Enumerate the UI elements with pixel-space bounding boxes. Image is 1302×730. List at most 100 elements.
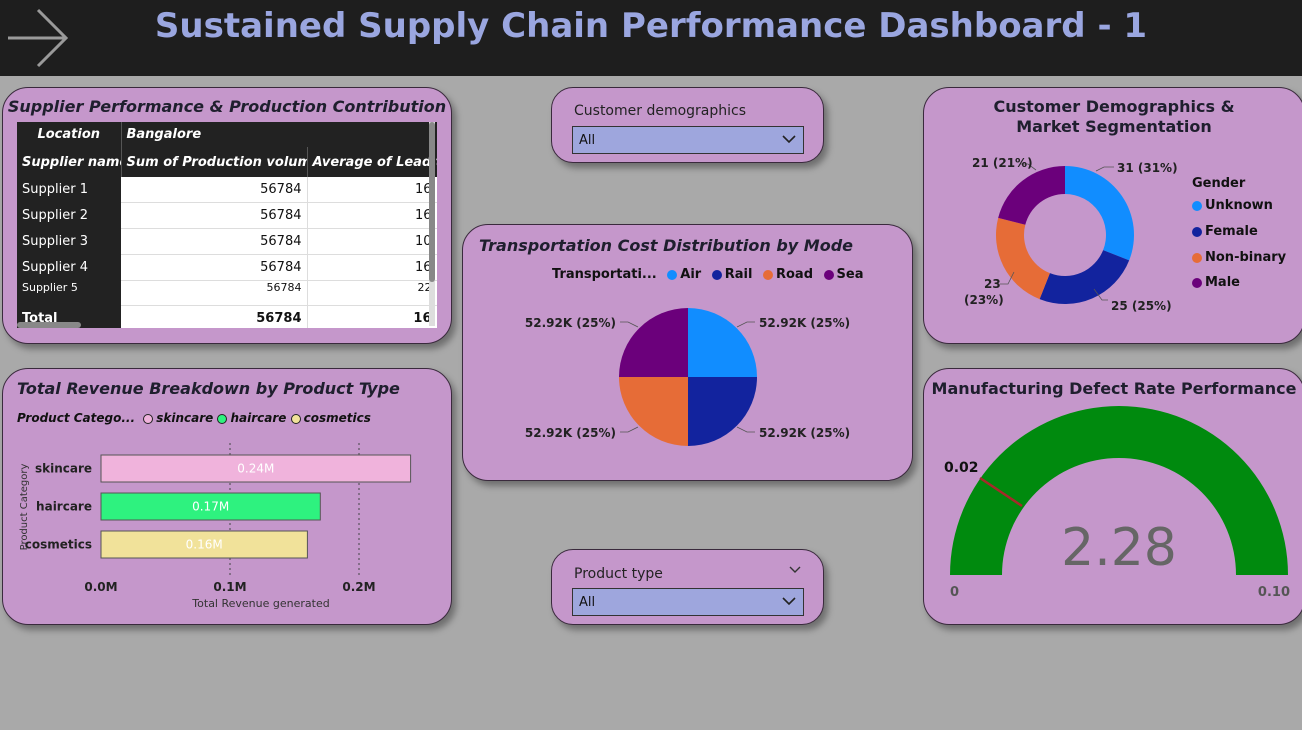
location-value: Bangalore [121,122,437,147]
revenue-legend-item-haircare[interactable]: haircare [217,411,286,425]
legend-label: Unknown [1205,198,1273,213]
table-row[interactable]: Supplier 5 56784 22 [17,280,437,306]
haircare-dot-icon [217,413,228,424]
revenue-legend-item-cosmetics[interactable]: cosmetics [290,411,371,425]
revenue-bar-chart[interactable]: 0.0M 0.1M 0.2M skincare 0.24M haircare 0.17M co… [3,433,451,623]
pie-label-road: 52.92K (25%) [525,426,616,440]
product-type-slicer: Product type All [551,549,824,625]
header-bar: Sustained Supply Chain Performance Dashb… [0,0,1302,76]
pie-legend: Transportati... Air Rail Road Sea [552,267,864,282]
supplier-name-cell: Supplier 2 [17,202,121,229]
donut-label-female: 25 (25%) [1111,299,1172,313]
x-tick-label: 0.2M [342,580,375,594]
revenue-card-title: Total Revenue Breakdown by Product Type [17,379,400,398]
donut-legend-item-nonbinary[interactable]: Non-binary [1192,250,1286,265]
revenue-legend-title: Product Catego... [17,411,136,425]
gauge-max-label: 0.10 [1258,585,1290,600]
donut-legend-item-unknown[interactable]: Unknown [1192,198,1273,213]
pie-legend-item-road[interactable]: Road [762,267,813,282]
x-tick-label: 0.1M [213,580,246,594]
table-row[interactable]: Supplier 4 56784 16 [17,254,437,281]
page-title: Sustained Supply Chain Performance Dashb… [154,6,1148,46]
pie-slice-air [688,308,757,377]
customer-demographics-card: Customer Demographics & Market Segmentat… [923,87,1302,344]
gauge-min-label: 0 [950,585,959,600]
customer-slicer-label: Customer demographics [574,103,747,119]
supplier-table[interactable]: Location Bangalore Supplier name Sum of … [17,122,437,328]
sea-dot-icon [823,269,834,280]
donut-slice-unknown [1065,166,1134,261]
col-supplier-name[interactable]: Supplier name [17,147,122,177]
product-dropdown-value: All [579,595,596,610]
donut-slice-nonbinary [996,217,1050,300]
supplier-name-cell: Supplier 5 [17,280,121,306]
chevron-down-icon[interactable] [788,564,802,576]
table-row[interactable]: Supplier 2 56784 16 [17,202,437,229]
donut-label-nonbinary-a: 23 [984,277,1001,291]
volume-cell: 56784 [121,202,308,229]
skincare-dot-icon [143,413,154,424]
transportation-cost-card: Transportation Cost Distribution by Mode… [462,224,913,481]
table-row[interactable]: Supplier 1 56784 16 [17,177,437,203]
x-axis-label: Total Revenue generated [191,597,329,610]
donut-slice-male [998,166,1065,225]
supplier-name-cell: Supplier 3 [17,228,121,255]
category-label: cosmetics [25,538,92,552]
pie-legend-title: Transportati... [552,267,657,282]
revenue-legend: Product Catego... skincare haircare cosm… [17,411,371,425]
lead-cell: 16 [307,202,437,229]
defect-rate-card: Manufacturing Defect Rate Performance 2.… [923,368,1302,625]
volume-cell: 56784 [121,254,308,281]
col-production-volumes[interactable]: Sum of Production volumes [121,147,308,177]
bar-value-label: 0.16M [186,538,223,552]
lead-cell: 16 [307,177,437,203]
gauge-card-title: Manufacturing Defect Rate Performance [931,379,1297,398]
pie-card-title: Transportation Cost Distribution by Mode [479,236,854,255]
donut-legend-item-male[interactable]: Male [1192,275,1240,290]
col-lead-time[interactable]: Average of Lead ti [307,147,437,177]
customer-dropdown[interactable]: All [572,126,804,154]
product-slicer-label: Product type [574,566,663,582]
supplier-card-title: Supplier Performance & Production Contri… [7,97,447,116]
pie-legend-item-sea[interactable]: Sea [823,267,864,282]
table-horizontal-scrollbar[interactable] [17,322,429,328]
gauge-value: 2.28 [1061,518,1177,578]
female-dot-icon [1192,226,1202,237]
donut-label-male: 21 (21%) [972,156,1033,170]
rail-dot-icon [711,269,722,280]
donut-label-unknown: 31 (31%) [1117,161,1178,175]
lead-cell: 22 [307,280,437,306]
bar-value-label: 0.17M [192,500,229,514]
table-row[interactable]: Supplier 3 56784 10 [17,228,437,255]
revenue-legend-item-skincare[interactable]: skincare [143,411,213,425]
pie-label-sea: 52.92K (25%) [525,316,616,330]
revenue-breakdown-card: Total Revenue Breakdown by Product Type … [2,368,452,625]
donut-card-title: Customer Demographics & Market Segmentat… [993,97,1235,136]
gauge-chart[interactable]: 2.28 0 0.10 0.02 [924,399,1302,624]
customer-dropdown-value: All [579,133,596,148]
donut-legend-item-female[interactable]: Female [1192,224,1258,239]
category-label: haircare [36,500,92,514]
location-header: Location [17,122,122,147]
pie-chart[interactable]: 52.92K (25%) 52.92K (25%) 52.92K (25%) 5… [463,295,912,475]
donut-label-nonbinary-b: (23%) [964,293,1004,307]
pie-legend-item-air[interactable]: Air [667,267,701,282]
lead-cell: 16 [307,254,437,281]
volume-cell: 56784 [121,280,308,306]
supplier-performance-card: Supplier Performance & Production Contri… [2,87,452,344]
product-dropdown[interactable]: All [572,588,804,616]
pie-legend-item-rail[interactable]: Rail [711,267,752,282]
pie-label-rail: 52.92K (25%) [759,426,850,440]
customer-demographics-slicer: Customer demographics All [551,87,824,163]
legend-label: Male [1205,275,1240,290]
cosmetics-dot-icon [290,413,301,424]
road-dot-icon [762,269,773,280]
air-dot-icon [667,269,678,280]
volume-cell: 56784 [121,228,308,255]
legend-label: Non-binary [1205,250,1287,265]
table-vertical-scrollbar[interactable] [429,122,435,326]
gauge-target-label: 0.02 [944,460,979,476]
chevron-down-icon [782,135,796,144]
y-axis-label: Product Category [19,464,30,551]
bar-value-label: 0.24M [237,462,274,476]
